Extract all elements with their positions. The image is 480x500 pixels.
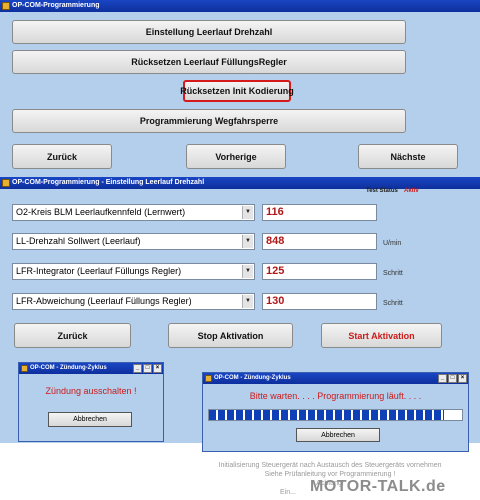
app-icon: [2, 2, 10, 10]
programmierung-wegfahrsperre-button[interactable]: Programmierung Wegfahrsperre: [12, 109, 406, 133]
start-aktivation-button[interactable]: Start Aktivation: [321, 323, 442, 348]
chevron-down-icon[interactable]: ▼: [242, 235, 253, 248]
app-icon: [2, 179, 10, 187]
dialog2-titlebar: OP-COM - Zündung-Zyklus _ □ ×: [203, 373, 468, 384]
abbrechen-button-1[interactable]: Abbrechen: [48, 412, 132, 427]
app-icon: [21, 365, 28, 372]
dialog-zuendung-ausschalten: OP-COM - Zündung-Zyklus _ □ × Zündung au…: [18, 362, 164, 442]
dialog1-title: OP-COM - Zündung-Zyklus: [30, 365, 107, 371]
window1-titlebar: OP-COM-Programmierung: [0, 0, 480, 12]
watermark-logo: MOTOR-TALK.de: [310, 478, 446, 495]
minimize-icon[interactable]: _: [133, 364, 142, 373]
dialog2-message: Bitte warten. . . . Programmierung läuft…: [249, 391, 422, 401]
unit-label-3: Schritt: [383, 270, 403, 277]
maximize-icon[interactable]: □: [448, 374, 457, 383]
progress-bar-fill: [209, 410, 445, 420]
test-status-label: Test Status: [366, 188, 398, 194]
dialog1-titlebar: OP-COM - Zündung-Zyklus _ □ ×: [19, 363, 163, 374]
window1-title: OP-COM-Programmierung: [12, 2, 100, 9]
parameter-select-4[interactable]: LFR-Abweichung (Leerlauf Füllungs Regler…: [12, 293, 255, 310]
test-status-value: Aktiv: [404, 188, 419, 194]
dialog-programmierung-laeuft: OP-COM - Zündung-Zyklus _ □ × Bitte wart…: [202, 372, 469, 452]
zurueck-button[interactable]: Zurück: [12, 144, 112, 169]
dialog2-title: OP-COM - Zündung-Zyklus: [214, 375, 291, 381]
einstellung-leerlauf-button[interactable]: Einstellung Leerlauf Drehzahl: [12, 20, 406, 44]
close-icon[interactable]: ×: [458, 374, 467, 383]
dialog1-window-controls: _ □ ×: [133, 364, 162, 373]
value-field-4: 130: [262, 293, 377, 310]
parameter-select-1[interactable]: O2-Kreis BLM Leerlaufkennfeld (Lernwert)…: [12, 204, 255, 221]
progress-bar: [208, 409, 463, 421]
chevron-down-icon[interactable]: ▼: [242, 206, 253, 219]
parameter-select-2[interactable]: LL-Drehzahl Sollwert (Leerlauf) ▼: [12, 233, 255, 250]
parameter-select-3[interactable]: LFR-Integrator (Leerlauf Füllungs Regler…: [12, 263, 255, 280]
footer-line-1: Initialisierung Steuergerät nach Austaus…: [218, 462, 442, 469]
parameter-select-4-label: LFR-Abweichung (Leerlauf Füllungs Regler…: [16, 296, 192, 306]
value-field-1: 116: [262, 204, 377, 221]
ruecksetzen-leerlauf-regler-button[interactable]: Rücksetzen Leerlauf FüllungsRegler: [12, 50, 406, 74]
stop-aktivation-button[interactable]: Stop Aktivation: [168, 323, 293, 348]
parameter-select-3-label: LFR-Integrator (Leerlauf Füllungs Regler…: [16, 266, 182, 276]
maximize-icon[interactable]: □: [143, 364, 152, 373]
value-field-3: 125: [262, 263, 377, 280]
window2-title: OP-COM-Programmierung - Einstellung Leer…: [12, 179, 205, 186]
abbrechen-button-2[interactable]: Abbrechen: [296, 428, 380, 442]
close-icon[interactable]: ×: [153, 364, 162, 373]
ruecksetzen-init-kodierung-button[interactable]: Rücksetzen Init Kodierung: [180, 80, 294, 102]
vorherige-button[interactable]: Vorherige: [186, 144, 286, 169]
naechste-button[interactable]: Nächste: [358, 144, 458, 169]
app-icon: [205, 375, 212, 382]
unit-label-4: Schritt: [383, 300, 403, 307]
dialog1-message: Zündung ausschalten !: [45, 386, 137, 396]
dialog2-window-controls: _ □ ×: [438, 374, 467, 383]
unit-label-2: U/min: [383, 240, 402, 247]
chevron-down-icon[interactable]: ▼: [242, 265, 253, 278]
parameter-select-1-label: O2-Kreis BLM Leerlaufkennfeld (Lernwert): [16, 207, 186, 217]
chevron-down-icon[interactable]: ▼: [242, 295, 253, 308]
value-field-2: 848: [262, 233, 377, 250]
zurueck-button-2[interactable]: Zurück: [14, 323, 131, 348]
parameter-select-2-label: LL-Drehzahl Sollwert (Leerlauf): [16, 236, 141, 246]
minimize-icon[interactable]: _: [438, 374, 447, 383]
window1-body: Einstellung Leerlauf Drehzahl Rücksetzen…: [0, 12, 480, 177]
